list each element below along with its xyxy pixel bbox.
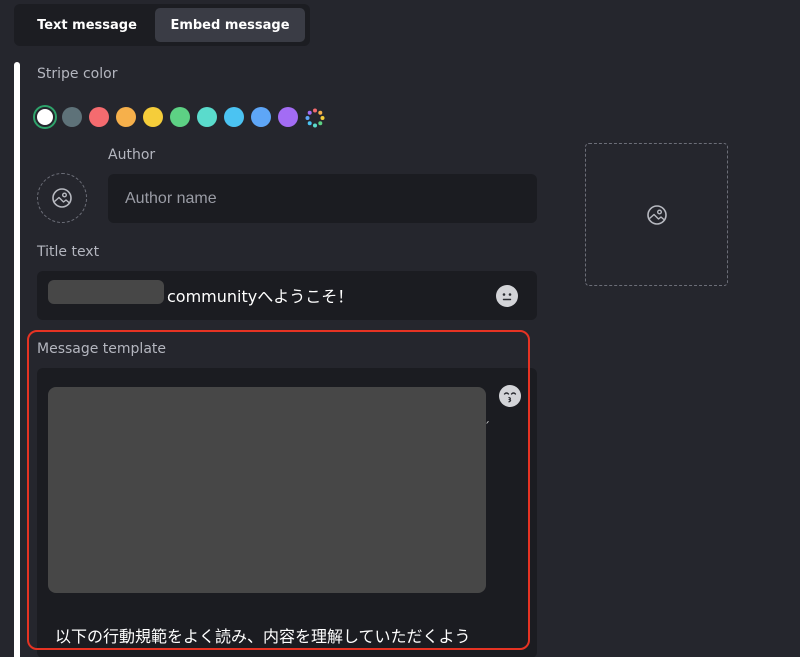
stripe-color-swatch[interactable] bbox=[143, 107, 163, 127]
title-text-label: Title text bbox=[37, 244, 100, 260]
author-avatar-upload[interactable] bbox=[37, 173, 87, 223]
image-icon bbox=[52, 188, 72, 208]
stripe-color-swatch[interactable] bbox=[62, 107, 82, 127]
stripe-color-swatch[interactable] bbox=[278, 107, 298, 127]
message-type-tabs: Text message Embed message bbox=[14, 4, 310, 46]
author-name-field bbox=[108, 174, 537, 223]
author-label: Author bbox=[108, 147, 156, 163]
stripe-color-swatch[interactable] bbox=[89, 107, 109, 127]
tab-embed-message[interactable]: Embed message bbox=[155, 8, 305, 42]
thumbnail-upload[interactable] bbox=[585, 143, 728, 286]
embed-stripe-preview bbox=[14, 62, 20, 657]
neutral-face-icon[interactable] bbox=[496, 285, 518, 307]
image-icon bbox=[646, 204, 667, 225]
stripe-color-swatch[interactable] bbox=[116, 107, 136, 127]
tab-text-message[interactable]: Text message bbox=[20, 8, 154, 42]
highlight-outline bbox=[27, 330, 530, 650]
stripe-color-swatch[interactable] bbox=[197, 107, 217, 127]
author-name-input[interactable] bbox=[108, 174, 537, 223]
rainbow-dots-icon[interactable] bbox=[304, 107, 326, 129]
stripe-color-swatch[interactable] bbox=[224, 107, 244, 127]
stripe-color-swatch[interactable] bbox=[170, 107, 190, 127]
stripe-color-swatch[interactable] bbox=[251, 107, 271, 127]
title-text-value: communityへようこそ！ bbox=[167, 287, 354, 306]
redacted-server-name bbox=[48, 280, 164, 304]
stripe-color-label: Stripe color bbox=[37, 66, 118, 82]
title-text-field[interactable]: communityへようこそ！ bbox=[37, 271, 537, 320]
stripe-color-swatch[interactable] bbox=[35, 107, 55, 127]
